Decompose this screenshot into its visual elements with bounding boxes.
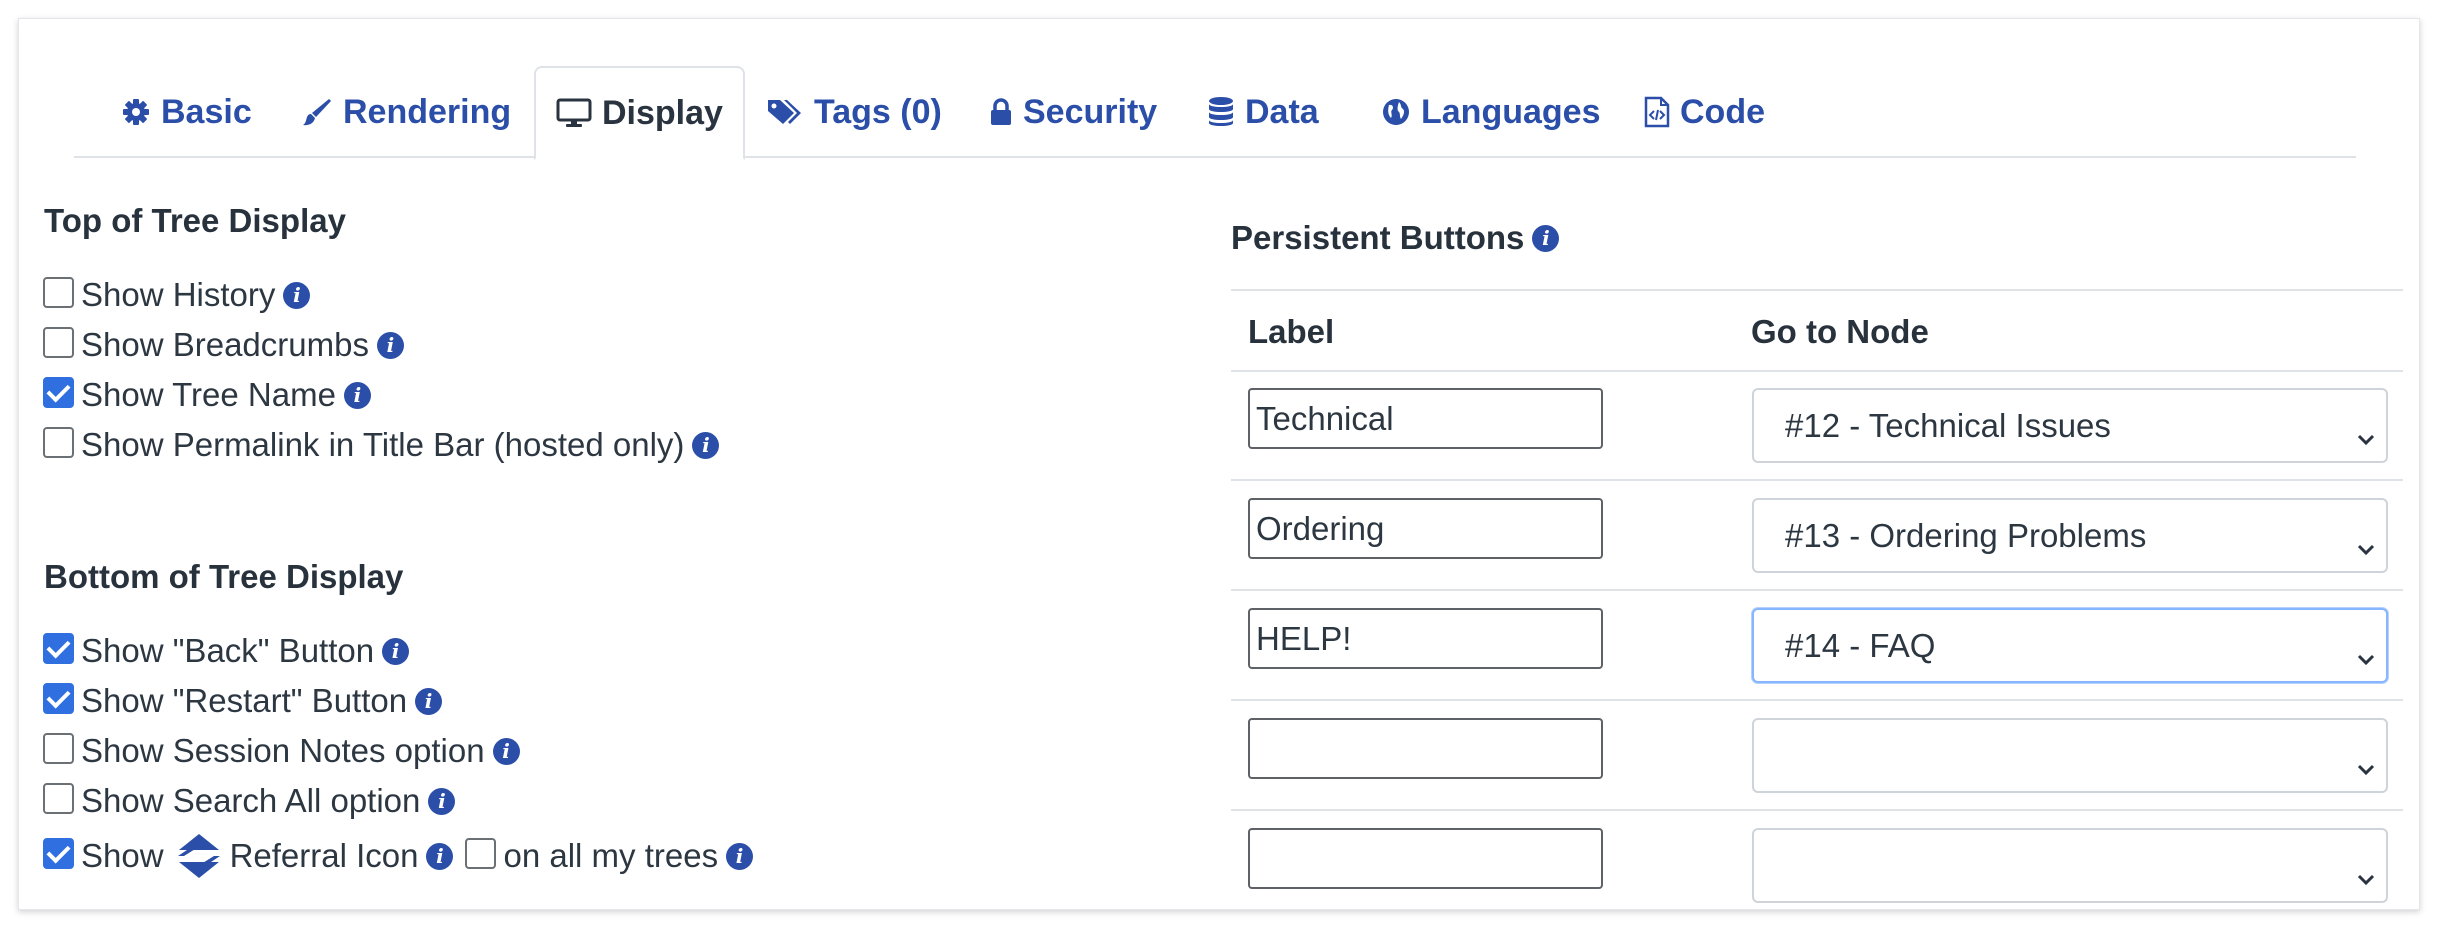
show-breadcrumbs-label: Show Breadcrumbs (81, 326, 369, 363)
show-search-all-label: Show Search All option (81, 782, 421, 819)
button-label-input[interactable] (1248, 608, 1603, 669)
globe-icon (1381, 97, 1411, 127)
tab-display[interactable]: Display (534, 66, 745, 160)
option-show-history: Show History i (43, 276, 311, 314)
table-divider (1231, 699, 2403, 701)
info-icon[interactable]: i (415, 687, 443, 715)
paintbrush-icon (301, 96, 333, 128)
show-history-label: Show History (81, 276, 276, 313)
table-divider (1231, 289, 2403, 291)
show-tree-name-label: Show Tree Name (81, 376, 336, 413)
show-back-button-label: Show "Back" Button (81, 632, 375, 669)
option-show-breadcrumbs: Show Breadcrumbs i (43, 326, 404, 364)
persistent-buttons-title: Persistent Buttons i (1231, 219, 1560, 257)
all-trees-label: on all my trees (503, 837, 719, 874)
info-icon[interactable]: i (382, 637, 410, 665)
option-show-tree-name: Show Tree Name i (43, 376, 371, 414)
gear-icon (121, 97, 151, 127)
settings-tabs: Basic Rendering Display Tags (0) Securit… (74, 66, 2356, 160)
button-label-input[interactable] (1248, 388, 1603, 449)
tab-languages-label: Languages (1421, 92, 1601, 131)
settings-card: Basic Rendering Display Tags (0) Securit… (18, 18, 2420, 910)
chevron-down-icon (2356, 527, 2376, 565)
referral-arrows-icon (174, 832, 224, 880)
referral-icon-label: Referral Icon (229, 837, 419, 874)
chevron-down-icon (2356, 417, 2376, 455)
bottom-display-title: Bottom of Tree Display (44, 558, 404, 595)
info-icon[interactable]: i (726, 842, 754, 870)
show-back-button-checkbox[interactable] (43, 632, 74, 664)
lock-icon (989, 97, 1013, 127)
option-show-permalink: Show Permalink in Title Bar (hosted only… (43, 426, 720, 464)
chevron-down-icon (2356, 857, 2376, 895)
select-value: #12 - Technical Issues (1785, 406, 2111, 444)
show-restart-button-label: Show "Restart" Button (81, 682, 408, 719)
show-permalink-checkbox[interactable] (43, 426, 74, 458)
tab-code[interactable]: Code (1644, 66, 1765, 158)
show-breadcrumbs-checkbox[interactable] (43, 326, 74, 358)
top-display-title: Top of Tree Display (44, 202, 346, 239)
chevron-down-icon (2356, 747, 2376, 785)
info-icon[interactable]: i (426, 842, 454, 870)
show-restart-button-checkbox[interactable] (43, 682, 74, 714)
option-show-restart-button: Show "Restart" Button i (43, 682, 443, 720)
go-to-node-select[interactable]: #13 - Ordering Problems (1752, 498, 2388, 573)
tags-icon (766, 97, 804, 127)
option-show-back-button: Show "Back" Button i (43, 632, 410, 670)
select-value: #14 - FAQ (1785, 626, 1936, 664)
info-icon[interactable]: i (1532, 224, 1560, 252)
info-icon[interactable]: i (492, 737, 520, 765)
info-icon[interactable]: i (692, 431, 720, 459)
show-permalink-label: Show Permalink in Title Bar (hosted only… (81, 426, 685, 463)
node-column-header: Go to Node (1751, 313, 1929, 350)
tab-rendering[interactable]: Rendering (301, 66, 511, 158)
database-icon (1207, 96, 1235, 128)
button-label-input[interactable] (1248, 828, 1603, 889)
tab-display-label: Display (602, 93, 723, 132)
option-show-search-all: Show Search All option i (43, 782, 456, 820)
option-show-session-notes: Show Session Notes option i (43, 732, 520, 770)
show-tree-name-checkbox[interactable] (43, 376, 74, 408)
info-icon[interactable]: i (376, 331, 404, 359)
info-icon[interactable]: i (343, 381, 371, 409)
all-trees-checkbox[interactable] (465, 837, 497, 869)
table-divider (1231, 370, 2403, 372)
table-divider (1231, 589, 2403, 591)
tab-data-label: Data (1245, 92, 1319, 131)
info-icon[interactable]: i (428, 787, 456, 815)
tab-security[interactable]: Security (989, 66, 1157, 158)
tab-basic-label: Basic (161, 92, 252, 131)
show-referral-checkbox[interactable] (43, 837, 74, 869)
chevron-down-icon (2356, 637, 2376, 675)
code-file-icon (1644, 96, 1670, 128)
go-to-node-select[interactable]: #12 - Technical Issues (1752, 388, 2388, 463)
tab-tags-label: Tags (0) (814, 92, 942, 131)
show-history-checkbox[interactable] (43, 276, 74, 308)
go-to-node-select[interactable]: #14 - FAQ (1752, 608, 2388, 683)
tab-security-label: Security (1023, 92, 1158, 131)
option-show-referral-icon: Show Referral Icon i on all my trees i (43, 832, 754, 880)
show-referral-show-label: Show (81, 837, 164, 874)
tab-code-label: Code (1680, 92, 1765, 131)
show-search-all-checkbox[interactable] (43, 782, 74, 814)
go-to-node-select[interactable] (1752, 828, 2388, 903)
tab-basic[interactable]: Basic (121, 66, 252, 158)
table-divider (1231, 479, 2403, 481)
select-value: #13 - Ordering Problems (1785, 516, 2147, 554)
tab-tags[interactable]: Tags (0) (766, 66, 942, 158)
table-divider (1231, 809, 2403, 811)
show-session-notes-checkbox[interactable] (43, 732, 74, 764)
button-label-input[interactable] (1248, 718, 1603, 779)
label-column-header: Label (1248, 313, 1335, 350)
monitor-icon (556, 98, 592, 128)
tab-rendering-label: Rendering (343, 92, 512, 131)
tab-data[interactable]: Data (1207, 66, 1319, 158)
go-to-node-select[interactable] (1752, 718, 2388, 793)
info-icon[interactable]: i (283, 281, 311, 309)
persistent-buttons-label: Persistent Buttons (1231, 219, 1525, 256)
tab-languages[interactable]: Languages (1381, 66, 1600, 158)
button-label-input[interactable] (1248, 498, 1603, 559)
show-session-notes-label: Show Session Notes option (81, 732, 485, 769)
